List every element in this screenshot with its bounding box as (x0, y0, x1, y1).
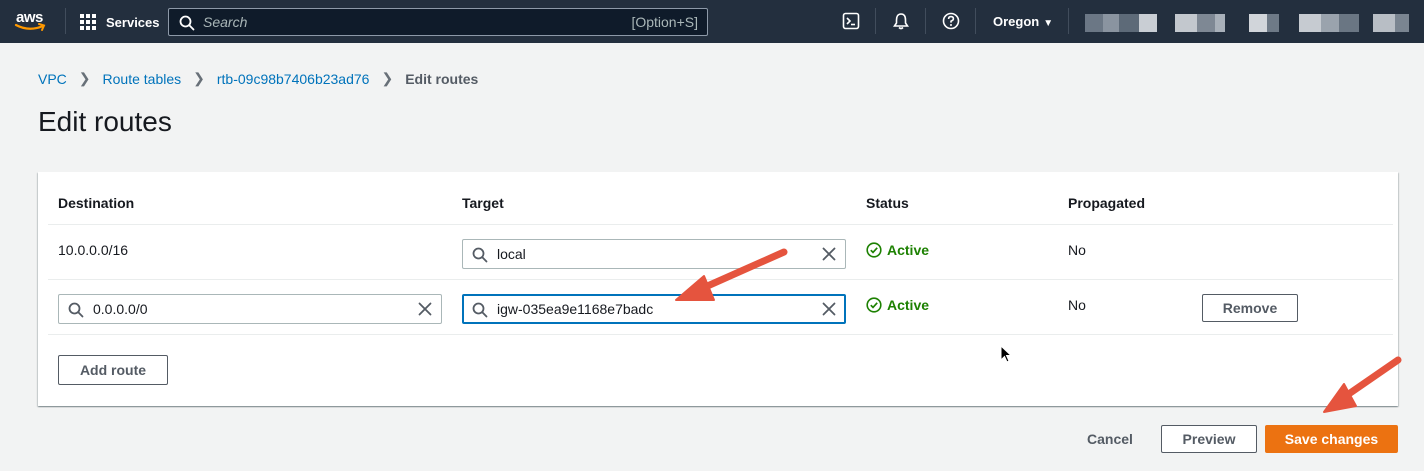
search-icon (472, 302, 488, 318)
breadcrumb: VPC ❯ Route tables ❯ rtb-09c98b7406b23ad… (38, 70, 478, 87)
top-navigation: aws Services [Option+S] Ore (0, 0, 1424, 43)
check-circle-icon (866, 242, 882, 258)
region-label: Oregon (993, 14, 1040, 29)
row-divider (48, 334, 1393, 335)
chevron-right-icon: ❯ (78, 70, 91, 86)
caret-down-icon: ▼ (1043, 18, 1054, 29)
breadcrumb-vpc[interactable]: VPC (38, 71, 67, 87)
search-bar[interactable]: [Option+S] (168, 8, 708, 36)
search-shortcut: [Option+S] (631, 14, 698, 30)
target-input[interactable] (497, 245, 797, 263)
destination-value: 10.0.0.0/16 (58, 242, 129, 258)
routes-table-panel: Destination Target Status Propagated 10.… (38, 172, 1398, 406)
mouse-cursor-icon (1000, 345, 1012, 363)
help-icon[interactable] (942, 12, 960, 30)
nav-divider (1068, 8, 1069, 34)
account-menu[interactable] (1085, 14, 1410, 32)
target-field[interactable] (462, 239, 846, 269)
breadcrumb-route-table-id[interactable]: rtb-09c98b7406b23ad76 (217, 71, 370, 87)
preview-button[interactable]: Preview (1161, 425, 1257, 453)
chevron-right-icon: ❯ (381, 70, 394, 86)
remove-route-button[interactable]: Remove (1202, 294, 1298, 322)
column-header-status: Status (866, 195, 909, 211)
row-divider (48, 224, 1393, 225)
column-header-destination: Destination (58, 195, 135, 211)
target-input[interactable] (497, 300, 797, 318)
aws-logo[interactable]: aws (14, 8, 50, 34)
services-menu-button[interactable]: Services (80, 12, 160, 32)
column-header-propagated: Propagated (1068, 195, 1146, 211)
search-input[interactable] (203, 12, 583, 32)
breadcrumb-current: Edit routes (405, 70, 479, 87)
nav-divider (65, 8, 66, 34)
close-icon[interactable] (418, 302, 432, 316)
status-text: Active (887, 242, 930, 258)
breadcrumb-route-tables[interactable]: Route tables (103, 71, 182, 87)
save-changes-button[interactable]: Save changes (1265, 425, 1398, 453)
cancel-button[interactable]: Cancel (1080, 429, 1140, 449)
column-header-target: Target (462, 195, 504, 211)
chevron-right-icon: ❯ (193, 70, 205, 86)
check-circle-icon (866, 297, 882, 313)
region-selector[interactable]: Oregon ▼ (993, 14, 1053, 29)
target-field[interactable] (462, 294, 846, 324)
bell-icon[interactable] (892, 12, 910, 30)
search-icon (179, 15, 195, 31)
status-badge: Active (866, 242, 929, 258)
destination-input[interactable] (93, 300, 393, 318)
nav-divider (975, 8, 976, 34)
close-icon[interactable] (822, 302, 836, 316)
smile-icon (14, 23, 46, 31)
row-divider (48, 279, 1393, 280)
close-icon[interactable] (822, 247, 836, 261)
page-title: Edit routes (38, 106, 172, 137)
cloudshell-icon[interactable] (842, 12, 860, 30)
status-badge: Active (866, 297, 929, 313)
status-text: Active (887, 297, 930, 313)
nav-divider (925, 8, 926, 34)
search-icon (68, 302, 84, 318)
services-label: Services (106, 14, 160, 30)
propagated-value: No (1068, 242, 1086, 258)
destination-field[interactable] (58, 294, 442, 324)
propagated-value: No (1068, 297, 1086, 313)
add-route-button[interactable]: Add route (58, 355, 168, 385)
grid-icon (80, 14, 96, 30)
search-icon (472, 247, 488, 263)
nav-divider (875, 8, 876, 34)
